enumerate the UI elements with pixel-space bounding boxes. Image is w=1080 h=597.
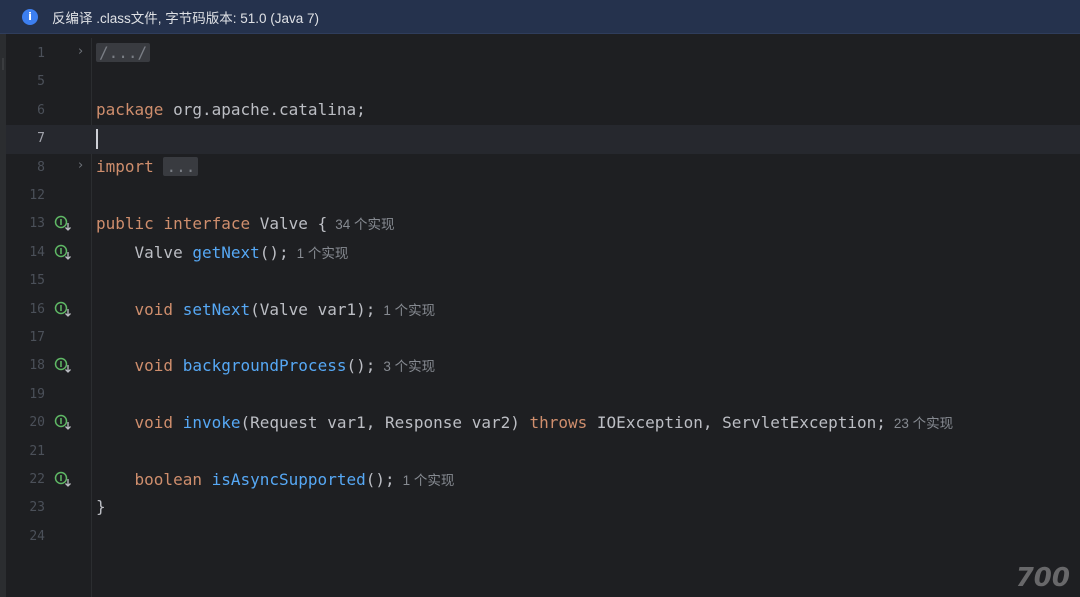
method-signature: (); (259, 242, 289, 262)
keyword: interface (163, 214, 251, 234)
line-number: 12 (29, 188, 45, 203)
keyword: boolean (96, 470, 212, 489)
svg-text:I: I (60, 304, 63, 313)
line-number: 15 (29, 273, 45, 289)
svg-text:I: I (60, 474, 63, 483)
code-line[interactable]: 14 I Valve getNext(); 1 个实现 (6, 239, 1080, 267)
return-type: Valve (96, 242, 193, 262)
method-name: isAsyncSupported (211, 470, 366, 489)
code-line[interactable]: 20 I void invoke(Request var1, Response … (6, 409, 1080, 437)
banner-text: 反编译 .class文件, 字节码版本: 51.0 (Java 7) (52, 10, 320, 26)
implementations-hint[interactable]: 23 个实现 (894, 416, 953, 431)
method-name: getNext (192, 242, 260, 262)
line-number: 20 (29, 415, 45, 431)
line-number: 22 (29, 472, 45, 487)
line-number: 7 (37, 131, 45, 147)
info-banner: i 反编译 .class文件, 字节码版本: 51.0 (Java 7) (0, 0, 1080, 34)
implementations-hint[interactable]: 1 个实现 (403, 473, 455, 488)
code-line[interactable]: 17 (6, 324, 1080, 352)
current-code-line[interactable]: 7 (6, 125, 1080, 154)
code-line[interactable]: 22 I boolean isAsyncSupported(); 1 个实现 (6, 466, 1080, 494)
code-line[interactable]: 24 (6, 523, 1080, 551)
svg-text:I: I (60, 247, 63, 256)
svg-text:I: I (60, 360, 63, 369)
svg-text:I: I (60, 218, 63, 227)
text-caret (96, 129, 98, 150)
code-line[interactable]: 12 (6, 182, 1080, 210)
implementations-hint[interactable]: 3 个实现 (383, 359, 435, 374)
line-number: 24 (29, 528, 45, 544)
watermark-logo: 700 (1015, 563, 1070, 593)
method-name: backgroundProcess (182, 356, 347, 376)
line-number: 13 (29, 216, 45, 232)
method-signature: (Valve var1); (250, 299, 376, 319)
method-name: setNext (182, 299, 251, 319)
code-line[interactable]: 1 › /.../ (6, 40, 1080, 68)
folded-imports[interactable]: ... (163, 156, 199, 176)
code-line[interactable]: 6 package org.apache.catalina; (6, 97, 1080, 125)
code-line[interactable]: 13 I public interface Valve { 34 个实现 (6, 210, 1080, 238)
fold-chevron-icon[interactable]: › (78, 158, 83, 173)
fold-chevron-icon[interactable]: › (78, 44, 83, 59)
code-line[interactable]: 18 I void backgroundProcess(); 3 个实现 (6, 352, 1080, 380)
line-number: 6 (37, 102, 45, 118)
code-line[interactable]: 8 › import ... (6, 154, 1080, 182)
closing-brace: } (96, 497, 106, 517)
implementations-hint[interactable]: 34 个实现 (335, 217, 394, 232)
keyword: public (96, 214, 154, 234)
code-line[interactable]: 16 I void setNext(Valve var1); 1 个实现 (6, 296, 1080, 324)
line-number: 1 (37, 46, 45, 61)
implementations-hint[interactable]: 1 个实现 (297, 246, 349, 261)
implemented-icon[interactable]: I (54, 357, 72, 375)
code-editor[interactable]: 1 › /.../ 5 6 package org.apache.catalin… (6, 38, 1080, 597)
code-line[interactable]: 19 (6, 381, 1080, 409)
keyword: import (96, 156, 154, 176)
line-number: 5 (37, 74, 45, 90)
code-line[interactable]: 5 (6, 68, 1080, 96)
svg-text:I: I (60, 417, 63, 426)
package-name: org.apache.catalina; (163, 99, 366, 119)
method-signature: (); (346, 356, 376, 376)
keyword: throws (529, 413, 588, 433)
keyword: void (96, 299, 183, 319)
info-icon: i (22, 8, 38, 25)
code-line[interactable]: 23 } (6, 494, 1080, 522)
line-number: 14 (29, 244, 45, 260)
code-line[interactable]: 15 (6, 267, 1080, 295)
keyword: package (96, 99, 164, 119)
folded-comment[interactable]: /.../ (96, 43, 151, 62)
implemented-icon[interactable]: I (54, 414, 72, 432)
scroll-mark (2, 58, 4, 70)
line-number: 17 (29, 330, 45, 345)
line-number: 16 (29, 301, 45, 317)
keyword: void (96, 356, 183, 376)
implemented-icon[interactable]: I (54, 244, 72, 262)
implemented-icon[interactable]: I (54, 301, 72, 319)
interface-name: Valve { (250, 214, 328, 234)
code-line[interactable]: 21 (6, 438, 1080, 466)
keyword: void (96, 413, 183, 433)
line-number: 19 (29, 386, 45, 402)
exceptions: IOException, ServletException; (587, 413, 886, 433)
method-signature: (); (365, 470, 395, 489)
line-number: 8 (37, 159, 45, 175)
line-number: 18 (29, 358, 45, 374)
implemented-icon[interactable]: I (54, 471, 72, 489)
implemented-icon[interactable]: I (54, 215, 72, 233)
line-number: 23 (29, 500, 45, 516)
method-params: (Request var1, Response var2) (240, 413, 530, 433)
implementations-hint[interactable]: 1 个实现 (383, 303, 435, 318)
method-name: invoke (182, 413, 241, 433)
line-number: 21 (29, 443, 45, 459)
